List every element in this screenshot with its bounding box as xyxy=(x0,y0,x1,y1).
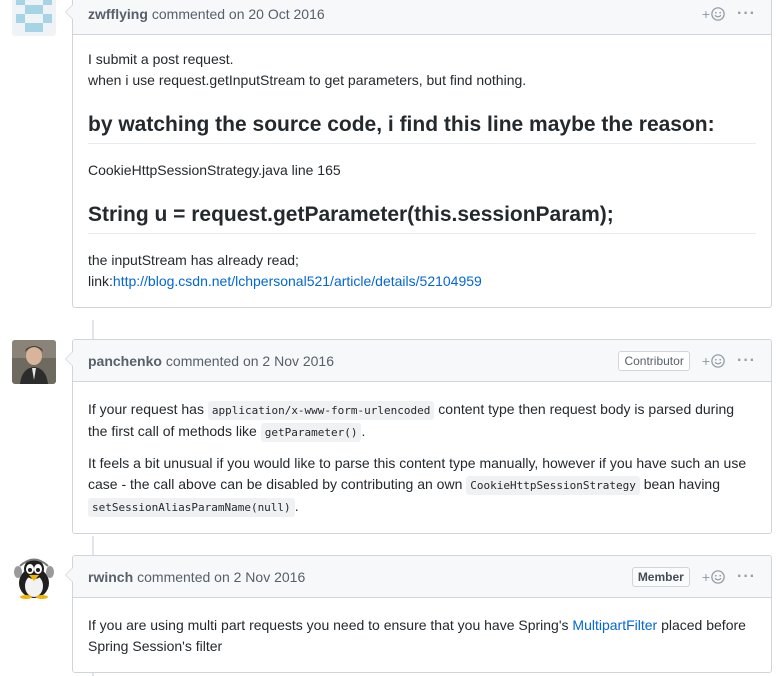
author-link[interactable]: panchenko xyxy=(88,353,162,369)
smiley-icon xyxy=(711,6,725,21)
multipartfilter-link[interactable]: MultipartFilter xyxy=(572,617,657,633)
author-link[interactable]: rwinch xyxy=(88,569,133,585)
body-heading: by watching the source code, i find this… xyxy=(88,111,756,144)
inline-code: setSessionAliasParamName(null) xyxy=(88,498,295,517)
body-text: when i use request.getInputStream to get… xyxy=(88,72,527,88)
body-text: link:http://blog.csdn.net/lchpersonal521… xyxy=(88,273,482,289)
comment-body: I submit a post request. when i use requ… xyxy=(73,35,771,307)
avatar[interactable] xyxy=(12,340,56,384)
kebab-icon[interactable]: ··· xyxy=(737,352,756,370)
body-text: CookieHttpSessionStrategy.java line 165 xyxy=(88,162,341,178)
body-paragraph: It feels a bit unusual if you would like… xyxy=(88,453,756,518)
add-reaction-button[interactable]: + xyxy=(702,569,725,585)
body-text: I submit a post request. xyxy=(88,51,234,67)
add-reaction-button[interactable]: + xyxy=(702,353,725,369)
comment: panchenko commented on 2 Nov 2016 Contri… xyxy=(65,339,772,534)
timeline-connector xyxy=(92,536,94,556)
comment-timestamp[interactable]: commented on 2 Nov 2016 xyxy=(166,353,334,369)
role-badge: Member xyxy=(631,566,690,587)
body-text: the inputStream has already read; xyxy=(88,252,299,268)
kebab-icon[interactable]: ··· xyxy=(737,568,756,586)
role-badge: Contributor xyxy=(618,350,690,371)
body-paragraph: If you are using multi part requests you… xyxy=(88,617,746,654)
author-link[interactable]: zwfflying xyxy=(88,6,148,22)
avatar[interactable] xyxy=(12,555,56,599)
comment-body: If your request has application/x-www-fo… xyxy=(73,382,771,533)
comment-timestamp[interactable]: commented on 20 Oct 2016 xyxy=(152,6,325,22)
inline-code: application/x-www-form-urlencoded xyxy=(207,401,435,420)
comment: zwfflying commented on 20 Oct 2016 + ···… xyxy=(65,0,772,308)
comment: rwinch commented on 2 Nov 2016 Member + … xyxy=(65,555,772,673)
comment-header: zwfflying commented on 20 Oct 2016 + ··· xyxy=(73,0,771,35)
timeline-connector xyxy=(92,320,94,340)
smiley-icon xyxy=(711,353,725,368)
body-heading: String u = request.getParameter(this.ses… xyxy=(88,201,756,234)
blog-link[interactable]: http://blog.csdn.net/lchpersonal521/arti… xyxy=(113,273,482,289)
inline-code: CookieHttpSessionStrategy xyxy=(466,476,640,495)
add-reaction-button[interactable]: + xyxy=(702,6,725,22)
inline-code: getParameter() xyxy=(260,423,362,442)
comment-header: panchenko commented on 2 Nov 2016 Contri… xyxy=(73,340,771,382)
comment-header: rwinch commented on 2 Nov 2016 Member + … xyxy=(73,556,771,598)
comment-timestamp[interactable]: commented on 2 Nov 2016 xyxy=(137,569,305,585)
smiley-icon xyxy=(711,569,725,584)
kebab-icon[interactable]: ··· xyxy=(737,5,756,23)
avatar[interactable] xyxy=(12,0,56,36)
comment-body: If you are using multi part requests you… xyxy=(73,598,771,672)
body-paragraph: If your request has application/x-www-fo… xyxy=(88,399,756,443)
